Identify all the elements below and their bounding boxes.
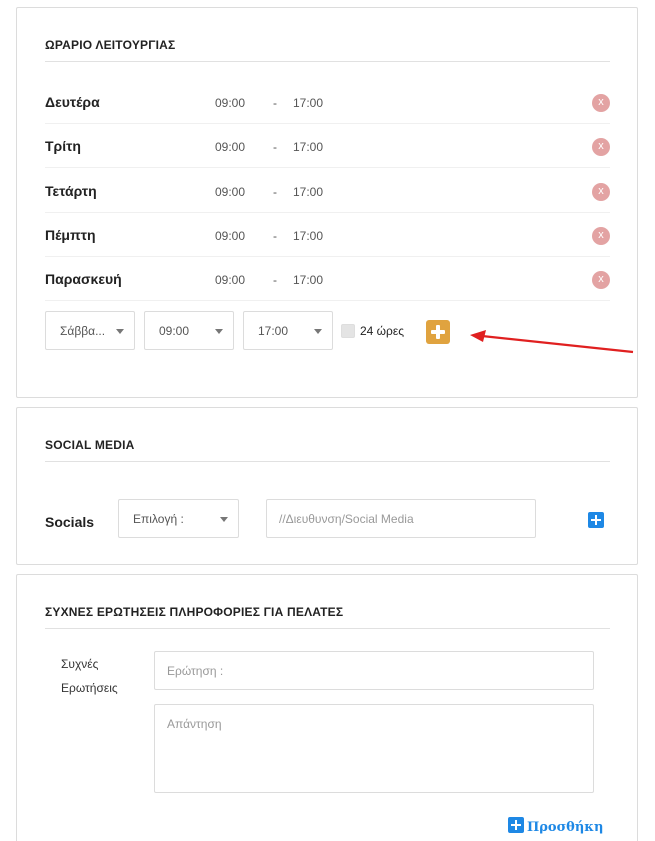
social-network-value: Επιλογή : <box>133 512 184 526</box>
faq-answer-placeholder: Απάντηση <box>167 717 222 731</box>
new-day-value: Σάββα... <box>60 324 106 338</box>
add-social-button[interactable] <box>588 512 604 528</box>
day-open-time: 09:00 <box>215 96 246 110</box>
arrow-shaft <box>481 334 634 354</box>
social-url-input[interactable]: //Διευθυνση/Social Media <box>266 499 536 538</box>
faq-label-line-1: Συχνές <box>61 657 99 671</box>
opening-hours-title: ΩΡΑΡΙΟ ΛΕΙΤΟΥΡΓΙΑΣ <box>45 38 176 52</box>
add-faq-label: Προσθήκη <box>527 820 604 835</box>
faq-answer-textarea[interactable]: Απάντηση <box>154 704 594 793</box>
all-day-checkbox[interactable] <box>341 324 355 338</box>
new-close-time-select[interactable]: 17:00 <box>243 311 333 350</box>
day-row-thursday: Πέμπτη 09:00 - 17:00 x <box>45 213 610 257</box>
faq-label: Συχνές Ερωτήσεις <box>61 652 131 700</box>
day-open-time: 09:00 <box>215 140 246 154</box>
day-close-time: 17:00 <box>293 96 324 110</box>
chevron-down-icon <box>116 329 124 334</box>
day-name: Πέμπτη <box>45 227 96 243</box>
day-close-time: 17:00 <box>293 273 324 287</box>
day-close-time: 17:00 <box>293 229 324 243</box>
day-open-time: 09:00 <box>215 229 246 243</box>
arrow-head <box>470 330 486 342</box>
time-separator: - <box>273 229 277 243</box>
time-separator: - <box>273 185 277 199</box>
remove-day-button[interactable]: x <box>592 271 610 289</box>
faq-card: ΣΥΧΝΕΣ ΕΡΩΤΗΣΕΙΣ ΠΛΗΡΟΦΟΡΙΕΣ ΓΙΑ ΠΕΛΑΤΕΣ… <box>16 574 638 841</box>
new-day-select[interactable]: Σάββα... <box>45 311 135 350</box>
remove-day-button[interactable]: x <box>592 138 610 156</box>
remove-day-button[interactable]: x <box>592 183 610 201</box>
plus-icon <box>508 817 524 833</box>
chevron-down-icon <box>220 517 228 522</box>
chevron-down-icon <box>215 329 223 334</box>
new-open-time-value: 09:00 <box>159 324 190 338</box>
day-open-time: 09:00 <box>215 273 246 287</box>
add-faq-button[interactable]: Προσθήκη <box>508 817 604 835</box>
social-media-title: SOCIAL MEDIA <box>45 438 135 452</box>
remove-day-button[interactable]: x <box>592 227 610 245</box>
annotation-arrow-icon <box>470 330 634 354</box>
divider <box>45 461 610 462</box>
faq-title: ΣΥΧΝΕΣ ΕΡΩΤΗΣΕΙΣ ΠΛΗΡΟΦΟΡΙΕΣ ΓΙΑ ΠΕΛΑΤΕΣ <box>45 605 344 619</box>
social-network-select[interactable]: Επιλογή : <box>118 499 239 538</box>
day-row-tuesday: Τρίτη 09:00 - 17:00 x <box>45 124 610 168</box>
divider <box>45 628 610 629</box>
day-row-wednesday: Τετάρτη 09:00 - 17:00 x <box>45 169 610 213</box>
day-open-time: 09:00 <box>215 185 246 199</box>
day-close-time: 17:00 <box>293 140 324 154</box>
chevron-down-icon <box>314 329 322 334</box>
day-name: Τρίτη <box>45 138 81 154</box>
new-close-time-value: 17:00 <box>258 324 289 338</box>
day-close-time: 17:00 <box>293 185 324 199</box>
socials-label: Socials <box>45 514 95 530</box>
faq-question-placeholder: Ερώτηση : <box>167 664 224 678</box>
new-open-time-select[interactable]: 09:00 <box>144 311 234 350</box>
faq-label-line-2: Ερωτήσεις <box>61 681 118 695</box>
add-hours-button[interactable] <box>426 320 450 344</box>
day-row-monday: Δευτέρα 09:00 - 17:00 x <box>45 80 610 124</box>
time-separator: - <box>273 273 277 287</box>
time-separator: - <box>273 96 277 110</box>
day-name: Τετάρτη <box>45 183 97 199</box>
divider <box>45 61 610 62</box>
social-media-card: SOCIAL MEDIA Socials Επιλογή : //Διευθυν… <box>16 407 638 565</box>
day-name: Παρασκευή <box>45 271 122 287</box>
day-row-friday: Παρασκευή 09:00 - 17:00 x <box>45 257 610 301</box>
faq-question-input[interactable]: Ερώτηση : <box>154 651 594 690</box>
day-name: Δευτέρα <box>45 94 100 110</box>
social-url-placeholder: //Διευθυνση/Social Media <box>279 512 414 526</box>
time-separator: - <box>273 140 277 154</box>
all-day-label: 24 ώρες <box>360 324 405 338</box>
remove-day-button[interactable]: x <box>592 94 610 112</box>
